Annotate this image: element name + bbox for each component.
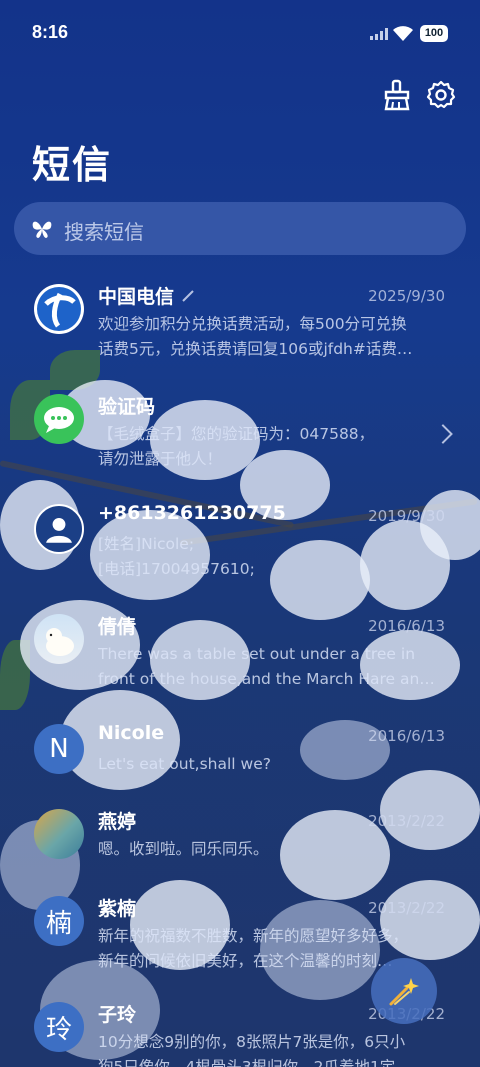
contact-name: 紫楠: [98, 898, 137, 920]
contact-name: 验证码: [98, 396, 156, 418]
cellular-signal-icon: [370, 28, 388, 40]
letter-avatar: 楠: [34, 896, 84, 946]
contact-name: 倩倩: [98, 616, 137, 638]
message-preview: Let's eat out,shall we?: [98, 755, 271, 773]
battery-icon: 100: [420, 25, 448, 42]
message-date: 2016/6/13: [368, 727, 445, 745]
settings-gear-icon[interactable]: [424, 78, 458, 112]
conversation-item[interactable]: 验证码 【毛绒盒子】您的验证码为：047588， 请勿泄露于他人！: [0, 382, 480, 486]
message-preview: 欢迎参加积分兑换话费活动，每500分可兑换 话费5元，兑换话费请回复106或jf…: [98, 315, 413, 358]
message-date: 2016/6/13: [368, 617, 445, 635]
message-date: 2013/2/22: [368, 899, 445, 917]
polar-bear-photo-avatar: [34, 614, 84, 664]
page-title: 短信: [32, 143, 113, 187]
letter-avatar: N: [34, 724, 84, 774]
contact-name: 中国电信: [98, 286, 175, 308]
wifi-icon: [393, 26, 413, 41]
status-time: 8:16: [32, 22, 69, 42]
contact-name: 子玲: [98, 1004, 137, 1026]
conversation-item[interactable]: 中国电信 2025/9/30 欢迎参加积分兑换话费活动，每500分可兑换 话费5…: [0, 272, 480, 376]
letter-avatar: 玲: [34, 1002, 84, 1052]
message-preview: 【毛绒盒子】您的验证码为：047588， 请勿泄露于他人！: [98, 425, 375, 468]
clean-brush-icon[interactable]: [380, 78, 414, 112]
sms-bubble-icon: [34, 394, 84, 444]
contact-name: 燕婷: [98, 811, 137, 833]
search-bar[interactable]: 搜索短信: [14, 202, 466, 255]
conversation-item[interactable]: +8613261230775 2019/9/30 [姓名]Nicole; [电话…: [0, 492, 480, 596]
message-preview: 10分想念9别的你，8张照片7张是你，6只小 狗5只像你，4根骨头3根归你，2爪…: [98, 1033, 411, 1067]
person-photo-avatar: [34, 504, 84, 554]
china-telecom-logo: [34, 284, 84, 334]
pencil-icon: [182, 290, 194, 302]
conversation-item[interactable]: 倩倩 2016/6/13 There was a table set out u…: [0, 602, 480, 706]
floating-action-button[interactable]: [371, 958, 437, 1024]
message-preview: 嗯。收到啦。同乐同乐。: [98, 840, 269, 858]
message-preview: There was a table set out under a tree i…: [98, 645, 435, 688]
contact-name: +8613261230775: [98, 502, 286, 524]
message-preview: [姓名]Nicole; [电话]17004957610;: [98, 535, 255, 578]
butterfly-icon: [32, 221, 52, 238]
contact-name: Nicole: [98, 722, 165, 744]
message-date: 2025/9/30: [368, 287, 445, 305]
search-placeholder: 搜索短信: [64, 220, 144, 244]
message-date: 2013/2/22: [368, 812, 445, 830]
header-actions: [380, 78, 460, 112]
landscape-photo-avatar: [34, 809, 84, 859]
message-date: 2019/9/30: [368, 507, 445, 525]
status-bar: 8:16 100: [0, 0, 480, 68]
shooting-star-icon: [389, 978, 419, 1006]
